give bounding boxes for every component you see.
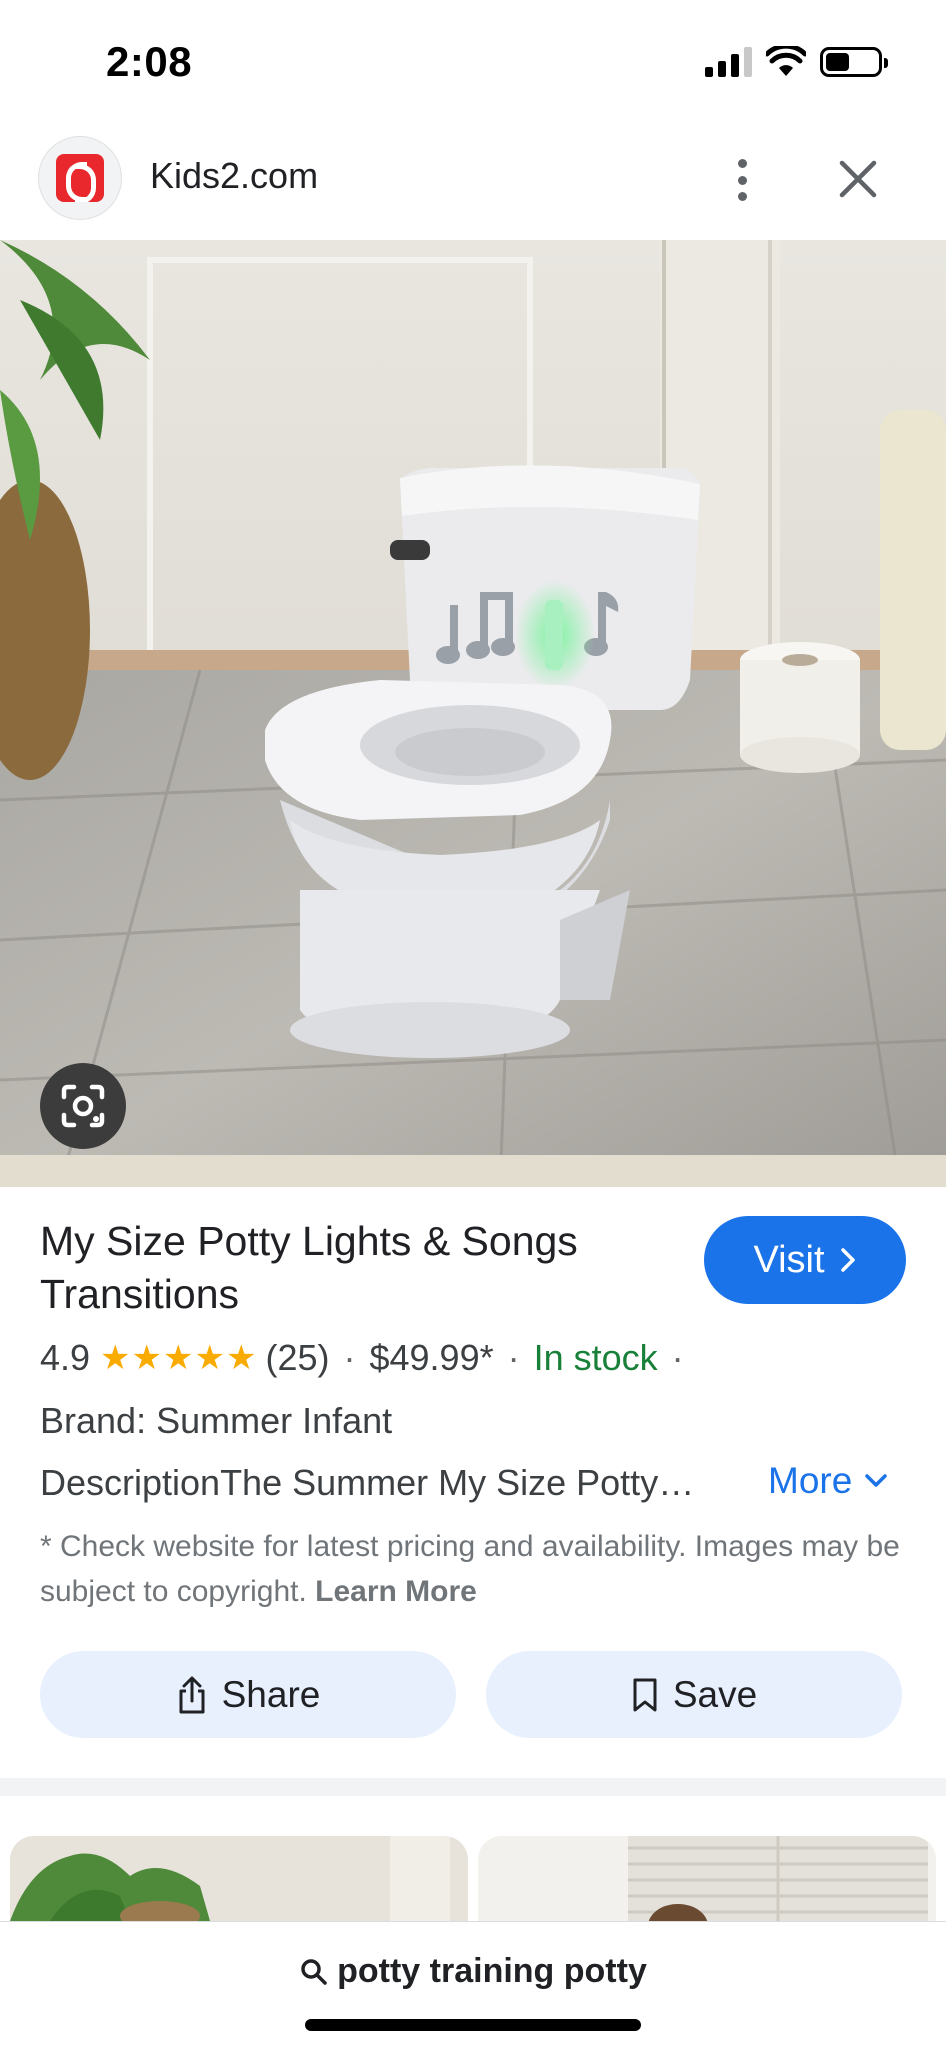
related-image-1-photo — [10, 1836, 468, 1921]
save-button[interactable]: Save — [486, 1651, 902, 1738]
wifi-icon — [766, 46, 806, 76]
share-icon — [179, 1676, 205, 1713]
search-query[interactable]: potty training potty — [0, 1952, 946, 1991]
status-icons — [705, 44, 888, 80]
chevron-down-icon — [865, 1474, 888, 1487]
visit-button[interactable]: Visit — [704, 1216, 906, 1304]
search-icon — [301, 1958, 327, 1985]
bookmark-icon — [633, 1678, 657, 1711]
separator-dot: · — [671, 1337, 684, 1378]
learn-more-link[interactable]: Learn More — [315, 1575, 477, 1608]
close-icon[interactable] — [832, 153, 884, 205]
home-indicator — [305, 2019, 641, 2031]
cellular-signal-icon — [705, 47, 752, 77]
more-button-label: More — [768, 1460, 853, 1501]
battery-icon — [820, 47, 888, 77]
save-button-label: Save — [672, 1673, 758, 1715]
search-query-text: potty training potty — [337, 1952, 647, 1990]
site-favicon[interactable] — [38, 136, 122, 220]
share-button-label: Share — [221, 1673, 321, 1715]
product-price: $49.99* — [369, 1337, 494, 1378]
google-lens-icon[interactable] — [40, 1063, 126, 1149]
related-image-2-photo — [478, 1836, 936, 1921]
product-meta-row: 4.9 ★★★★★ (25) · $49.99* · In stock · — [40, 1330, 698, 1386]
review-count[interactable]: (25) — [265, 1337, 329, 1379]
star-rating-icon: ★★★★★ — [100, 1339, 258, 1377]
related-image-2[interactable] — [478, 1836, 936, 1921]
stock-status: In stock — [533, 1337, 658, 1378]
visit-button-label: Visit — [753, 1238, 825, 1281]
product-brand: Brand: Summer Infant — [40, 1400, 393, 1441]
site-header: Kids2.com — [0, 125, 946, 240]
status-time: 2:08 — [106, 38, 193, 85]
status-bar: 2:08 — [0, 0, 946, 125]
rating-value: 4.9 — [40, 1337, 91, 1378]
chevron-right-icon — [840, 1248, 855, 1272]
separator-dot: · — [507, 1337, 520, 1378]
site-name[interactable]: Kids2.com — [150, 155, 318, 197]
related-image-1[interactable] — [10, 1836, 468, 1921]
product-title: My Size Potty Lights & Songs Transitions — [40, 1218, 578, 1317]
pricing-disclaimer: * Check website for latest pricing and a… — [40, 1524, 910, 1614]
kids2-logo-icon — [56, 154, 104, 202]
bottom-search-bar[interactable]: potty training potty — [0, 1921, 946, 2048]
section-divider — [0, 1778, 946, 1796]
product-photo — [0, 240, 946, 1187]
product-description: DescriptionThe Summer My Size Potty… — [40, 1462, 695, 1503]
more-button[interactable]: More — [768, 1460, 888, 1502]
share-button[interactable]: Share — [40, 1651, 456, 1738]
product-image[interactable] — [0, 240, 946, 1187]
separator-dot: · — [343, 1337, 356, 1378]
more-vert-icon[interactable] — [722, 155, 762, 205]
